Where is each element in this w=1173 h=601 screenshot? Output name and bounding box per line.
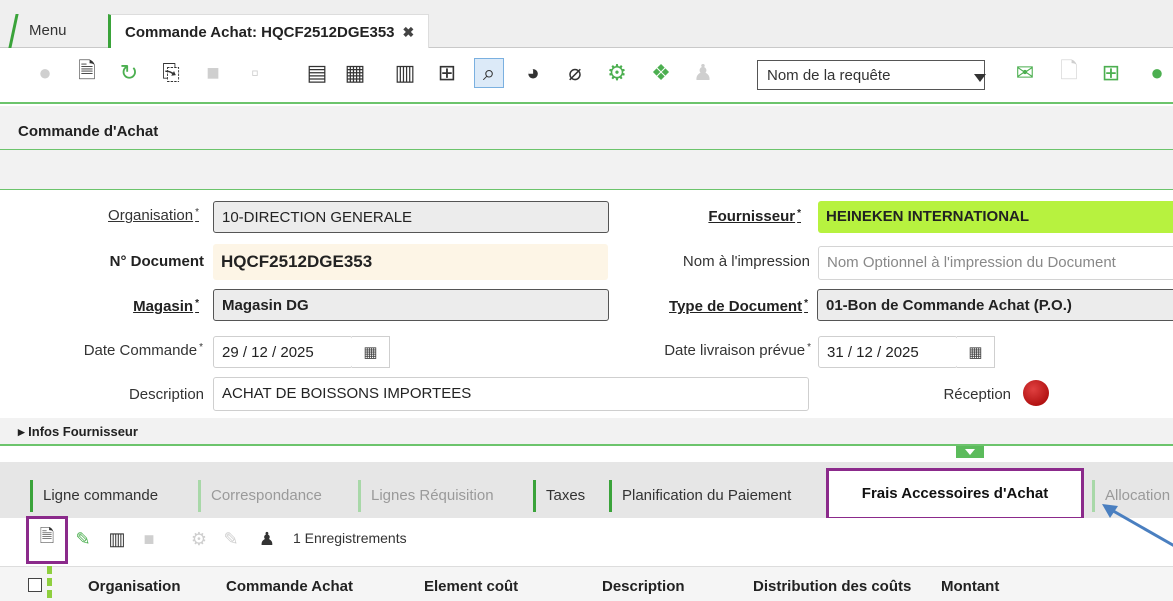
- expand-icon[interactable]: ⊞: [432, 58, 462, 88]
- user-icon[interactable]: ♟: [252, 524, 282, 554]
- new-record-icon[interactable]: 🗎: [32, 524, 62, 554]
- grid-toggle-icon[interactable]: ▦: [340, 58, 370, 88]
- column-header-commande-achat[interactable]: Commande Achat: [226, 578, 353, 595]
- supplier-info-toggle[interactable]: ▸ Infos Fournisseur: [0, 418, 1173, 446]
- fournisseur-field[interactable]: HEINEKEN INTERNATIONAL: [818, 201, 1173, 233]
- column-header-description[interactable]: Description: [602, 578, 685, 595]
- tab-menu-label: Menu: [29, 22, 67, 39]
- tab-ligne-commande[interactable]: Ligne commande: [30, 480, 168, 512]
- order-date-label: Date Commande *: [83, 342, 203, 359]
- tab-planification-paiement[interactable]: Planification du Paiement: [609, 480, 801, 512]
- refresh-icon[interactable]: ●: [30, 58, 60, 88]
- workflow-icon[interactable]: ⊞: [1096, 58, 1126, 88]
- record-count: 1 Enregistrements: [293, 530, 407, 546]
- save-icon[interactable]: ■: [134, 524, 164, 554]
- process-icon[interactable]: ⚙: [602, 58, 632, 88]
- print-name-label: Nom à l'impression: [682, 253, 810, 270]
- description-field[interactable]: ACHAT DE BOISSONS IMPORTEES: [213, 377, 809, 411]
- search-icon[interactable]: ⌕: [474, 58, 504, 88]
- column-header-distribution-couts[interactable]: Distribution des coûts: [753, 578, 911, 595]
- user-icon[interactable]: ♟: [688, 58, 718, 88]
- collapse-handle[interactable]: [956, 446, 984, 458]
- description-label: Description: [128, 386, 204, 403]
- delete-icon[interactable]: ▥: [102, 524, 132, 554]
- fournisseur-label[interactable]: Fournisseur *: [708, 208, 801, 225]
- copy-icon[interactable]: ⎘: [156, 58, 186, 88]
- calendar-icon[interactable]: ▦: [957, 336, 995, 368]
- query-select-value: Nom de la requête: [767, 67, 891, 84]
- magasin-field[interactable]: Magasin DG: [213, 289, 609, 321]
- organisation-field[interactable]: 10-DIRECTION GENERALE: [213, 201, 609, 233]
- reception-label: Réception: [943, 386, 1011, 403]
- undo-icon[interactable]: ↻: [114, 58, 144, 88]
- tab-menu[interactable]: Menu: [8, 14, 85, 48]
- document-type-label[interactable]: Type de Document *: [669, 298, 808, 315]
- main-toolbar: ● 🗎 ↻ ⎘ ■ ▫ ▤ ▦ ▥ ⊞ ⌕ ◕ ⌀ ⚙ ❖ ♟ Nom de l…: [0, 48, 1173, 104]
- select-all-checkbox[interactable]: [28, 578, 42, 592]
- document-number-field[interactable]: HQCF2512DGE353: [213, 244, 608, 280]
- organisation-label[interactable]: Organisation *: [108, 207, 199, 224]
- new-record-icon[interactable]: 🗎: [72, 58, 102, 88]
- print-icon[interactable]: ▤: [302, 58, 332, 88]
- reception-status-icon: [1023, 380, 1049, 406]
- tab-taxes[interactable]: Taxes: [533, 480, 595, 512]
- save-new-icon[interactable]: ▫: [240, 58, 270, 88]
- attachment-icon[interactable]: ⌀: [560, 58, 590, 88]
- chart-icon[interactable]: ◕: [518, 58, 548, 88]
- chevron-down-icon[interactable]: [974, 74, 986, 82]
- magasin-label[interactable]: Magasin *: [133, 298, 199, 315]
- grid-toolbar: [0, 518, 1173, 564]
- calendar-icon[interactable]: ▦: [352, 336, 390, 368]
- mail-icon[interactable]: ✉: [1010, 58, 1040, 88]
- tab-correspondance[interactable]: Correspondance: [198, 480, 332, 512]
- document-icon[interactable]: ✎: [216, 524, 246, 554]
- tab-lignes-requisition[interactable]: Lignes Réquisition: [358, 480, 504, 512]
- close-icon[interactable]: ✖: [403, 24, 415, 40]
- tab-purchase-order-label: Commande Achat: HQCF2512DGE353: [125, 24, 395, 41]
- process-icon[interactable]: ⚙: [184, 524, 214, 554]
- column-header-montant[interactable]: Montant: [941, 578, 999, 595]
- document-number-label: N° Document: [109, 253, 204, 270]
- edit-icon[interactable]: ✎: [68, 524, 98, 554]
- order-date-field[interactable]: 29 / 12 / 2025: [213, 336, 353, 368]
- whatsapp-icon[interactable]: ●: [1142, 58, 1172, 88]
- supplier-info-label: Infos Fournisseur: [28, 424, 138, 439]
- document-icon[interactable]: 🗋: [1054, 58, 1084, 88]
- column-header-element-cout[interactable]: Element coût: [424, 578, 518, 595]
- page-title: Commande d'Achat: [0, 106, 1173, 150]
- tab-frais-accessoires[interactable]: Frais Accessoires d'Achat: [826, 468, 1084, 520]
- section-spacer: [0, 150, 1173, 190]
- delivery-date-label: Date livraison prévue *: [664, 342, 811, 359]
- delete-icon[interactable]: ▥: [390, 58, 420, 88]
- column-header-organisation[interactable]: Organisation: [88, 578, 181, 595]
- document-type-field[interactable]: 01-Bon de Commande Achat (P.O.): [817, 289, 1173, 321]
- tab-purchase-order[interactable]: Commande Achat: HQCF2512DGE353 ✖: [108, 14, 430, 48]
- annotation-arrow: [1102, 504, 1173, 547]
- row-indicator: [47, 566, 52, 601]
- print-name-field[interactable]: Nom Optionnel à l'impression du Document: [818, 246, 1173, 280]
- query-select[interactable]: Nom de la requête: [757, 60, 985, 90]
- save-icon[interactable]: ■: [198, 58, 228, 88]
- delivery-date-field[interactable]: 31 / 12 / 2025: [818, 336, 958, 368]
- archive-icon[interactable]: ❖: [646, 58, 676, 88]
